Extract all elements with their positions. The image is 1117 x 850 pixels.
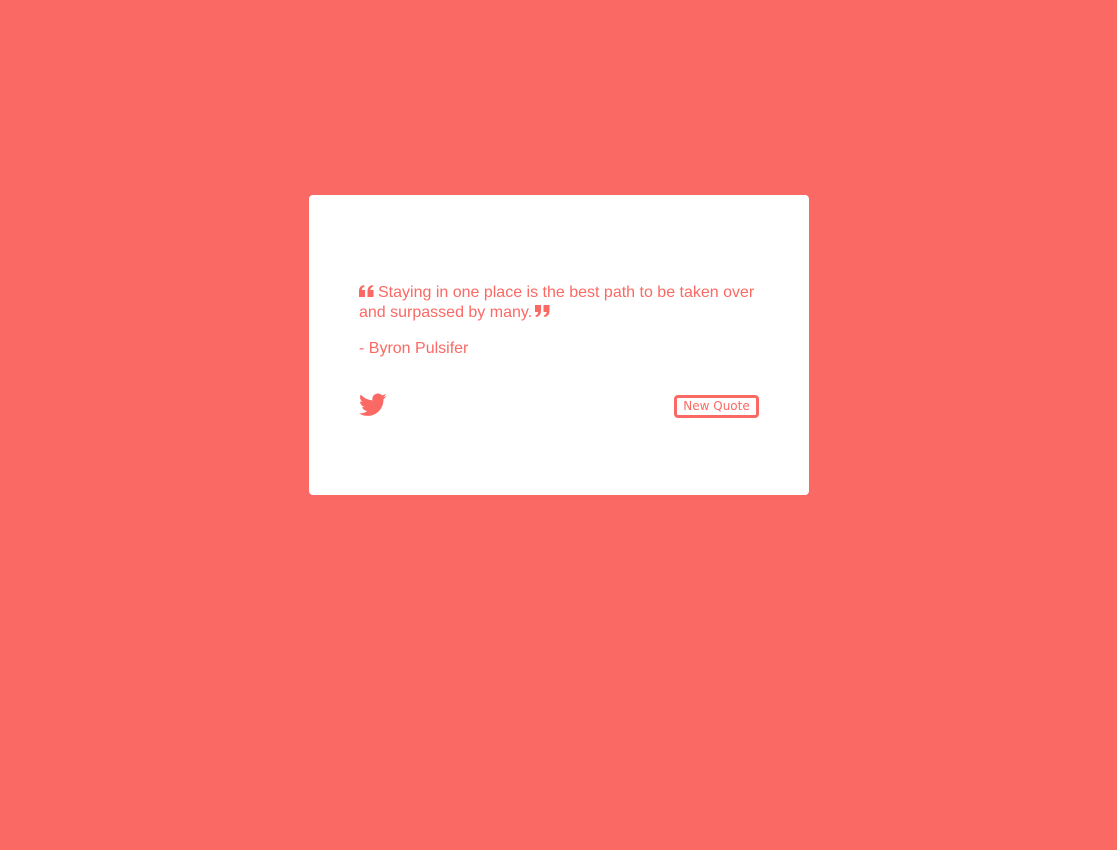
- tweet-quote-button[interactable]: [358, 393, 387, 417]
- quote-text-block: Staying in one place is the best path to…: [359, 283, 769, 323]
- new-quote-button[interactable]: New Quote: [674, 395, 759, 418]
- quote-text: Staying in one place is the best path to…: [359, 284, 755, 321]
- quote-left-icon: [359, 284, 378, 301]
- quote-right-icon: [532, 304, 550, 321]
- twitter-icon: [358, 393, 387, 416]
- quote-author: - Byron Pulsifer: [359, 340, 469, 357]
- quote-box: Staying in one place is the best path to…: [309, 195, 809, 495]
- page-background: Staying in one place is the best path to…: [0, 0, 1117, 850]
